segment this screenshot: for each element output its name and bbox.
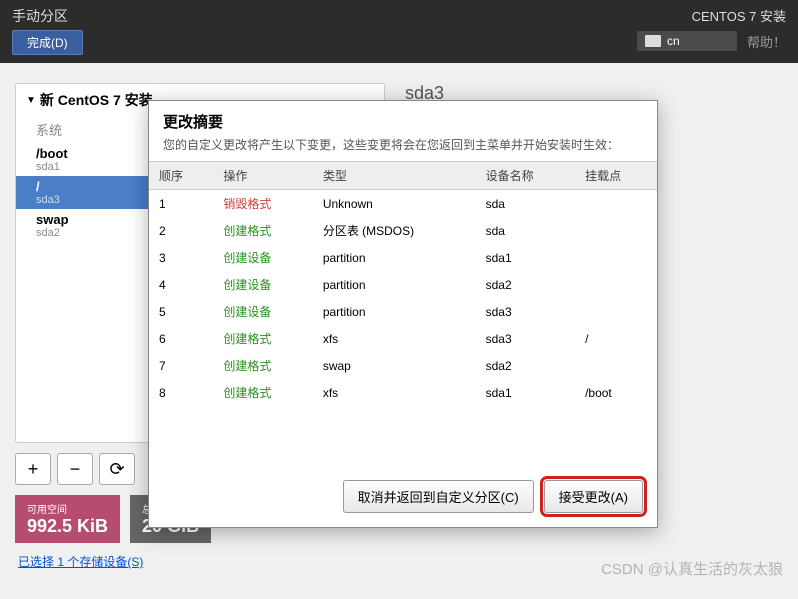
chevron-down-icon: ▼	[26, 95, 36, 106]
col-op[interactable]: 操作	[213, 162, 312, 190]
col-mount[interactable]: 挂载点	[575, 162, 657, 190]
add-button[interactable]: +	[15, 453, 51, 485]
lang-label: cn	[667, 34, 680, 48]
table-row[interactable]: 3创建设备partitionsda1	[149, 244, 657, 271]
keyboard-icon	[645, 35, 661, 47]
table-row[interactable]: 2创建格式分区表 (MSDOS)sda	[149, 217, 657, 244]
table-row[interactable]: 6创建格式xfssda3/	[149, 325, 657, 352]
storage-devices-link[interactable]: 已选择 1 个存储设备(S)	[18, 555, 143, 569]
avail-value: 992.5 KiB	[27, 516, 108, 537]
accept-button[interactable]: 接受更改(A)	[544, 480, 643, 513]
done-button[interactable]: 完成(D)	[12, 30, 83, 55]
dialog-description: 您的自定义更改将产生以下变更，这些变更将会在您返回到主菜单并开始安装时生效：	[149, 136, 657, 161]
table-row[interactable]: 4创建设备partitionsda2	[149, 271, 657, 298]
header-left: 手动分区 完成(D)	[0, 0, 95, 63]
summary-dialog: 更改摘要 您的自定义更改将产生以下变更，这些变更将会在您返回到主菜单并开始安装时…	[148, 100, 658, 528]
col-device[interactable]: 设备名称	[476, 162, 575, 190]
watermark: CSDN @认真生活的灰太狼	[601, 558, 783, 579]
available-space: 可用空间 992.5 KiB	[15, 495, 120, 543]
col-type[interactable]: 类型	[313, 162, 476, 190]
product-title: CENTOS 7 安装	[692, 6, 786, 25]
table-row[interactable]: 5创建设备partitionsda3	[149, 298, 657, 325]
keyboard-layout[interactable]: cn	[637, 31, 737, 51]
refresh-button[interactable]: ⟳	[99, 453, 135, 485]
dialog-buttons: 取消并返回到自定义分区(C) 接受更改(A)	[149, 466, 657, 527]
col-order[interactable]: 顺序	[149, 162, 213, 190]
table-row[interactable]: 7创建格式swapsda2	[149, 352, 657, 379]
remove-button[interactable]: −	[57, 453, 93, 485]
install-title: 新 CentOS 7 安装	[40, 90, 153, 110]
cancel-button[interactable]: 取消并返回到自定义分区(C)	[343, 480, 534, 513]
avail-label: 可用空间	[27, 501, 108, 516]
help-link[interactable]: 帮助！	[747, 32, 786, 51]
changes-table: 顺序 操作 类型 设备名称 挂载点 1销毁格式Unknownsda2创建格式分区…	[149, 161, 657, 406]
dialog-title: 更改摘要	[149, 101, 657, 136]
header-right: CENTOS 7 安装 cn 帮助！	[625, 0, 798, 63]
header: 手动分区 完成(D) CENTOS 7 安装 cn 帮助！	[0, 0, 798, 63]
page-title: 手动分区	[12, 6, 83, 26]
table-row[interactable]: 1销毁格式Unknownsda	[149, 190, 657, 218]
table-row[interactable]: 8创建格式xfssda1/boot	[149, 379, 657, 406]
